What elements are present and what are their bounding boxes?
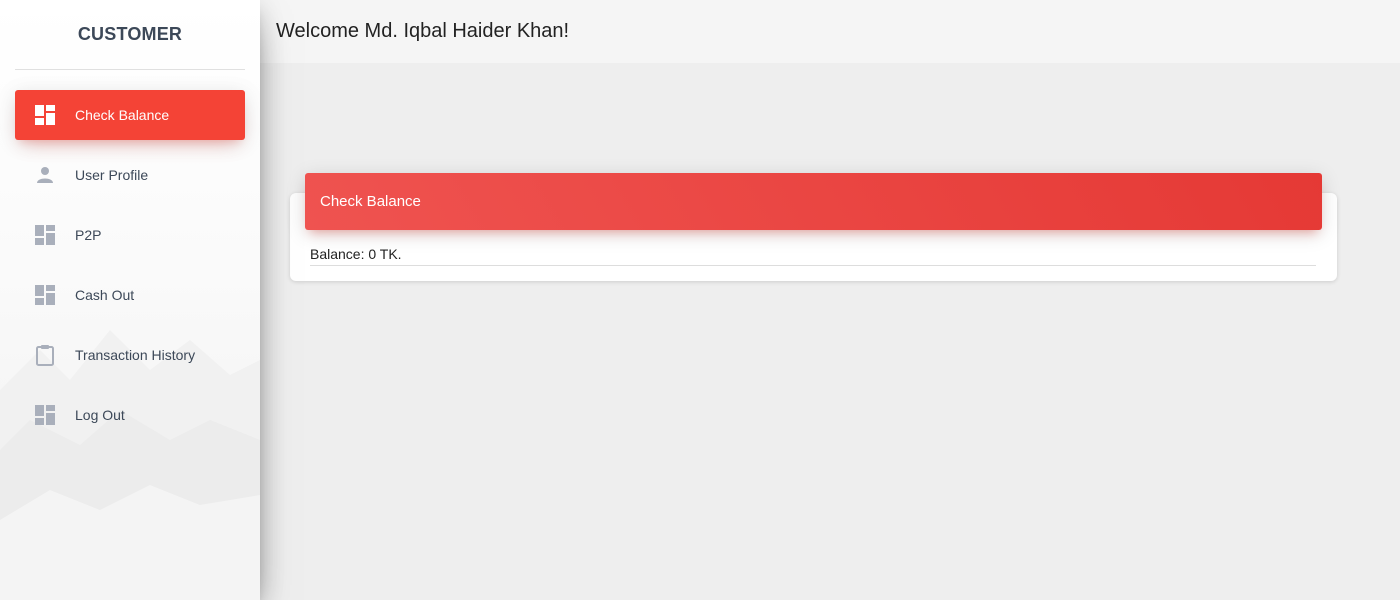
sidebar-item-label: P2P: [75, 227, 102, 243]
top-navbar: Welcome Md. Iqbal Haider Khan!: [260, 0, 1400, 63]
sidebar-item-p2p[interactable]: P2P: [15, 210, 245, 260]
dashboard-icon: [35, 225, 55, 245]
sidebar-item-label: Log Out: [75, 407, 125, 423]
sidebar-brand[interactable]: CUSTOMER: [0, 0, 260, 69]
sidebar-divider: [15, 69, 245, 70]
card-title: Check Balance: [320, 193, 421, 210]
sidebar-item-label: Cash Out: [75, 287, 135, 303]
card-header: Check Balance: [305, 173, 1322, 230]
dashboard-icon: [35, 285, 55, 305]
sidebar-item-label: Check Balance: [75, 107, 170, 123]
page-title: Welcome Md. Iqbal Haider Khan!: [276, 20, 570, 42]
sidebar-item-cash-out[interactable]: Cash Out: [15, 270, 245, 320]
sidebar: CUSTOMER Check Balance User Profile P2P …: [0, 0, 260, 600]
sidebar-item-log-out[interactable]: Log Out: [15, 390, 245, 440]
balance-text: Balance: 0 TK.: [310, 246, 1316, 266]
clipboard-icon: [35, 345, 55, 366]
sidebar-item-user-profile[interactable]: User Profile: [15, 150, 245, 200]
dashboard-icon: [35, 405, 55, 425]
sidebar-item-label: User Profile: [75, 167, 149, 183]
sidebar-item-label: Transaction History: [75, 347, 196, 363]
person-icon: [35, 165, 55, 185]
dashboard-icon: [35, 105, 55, 125]
sidebar-nav: Check Balance User Profile P2P Cash Out …: [0, 90, 260, 440]
sidebar-item-check-balance[interactable]: Check Balance: [15, 90, 245, 140]
sidebar-item-transaction-history[interactable]: Transaction History: [15, 330, 245, 380]
